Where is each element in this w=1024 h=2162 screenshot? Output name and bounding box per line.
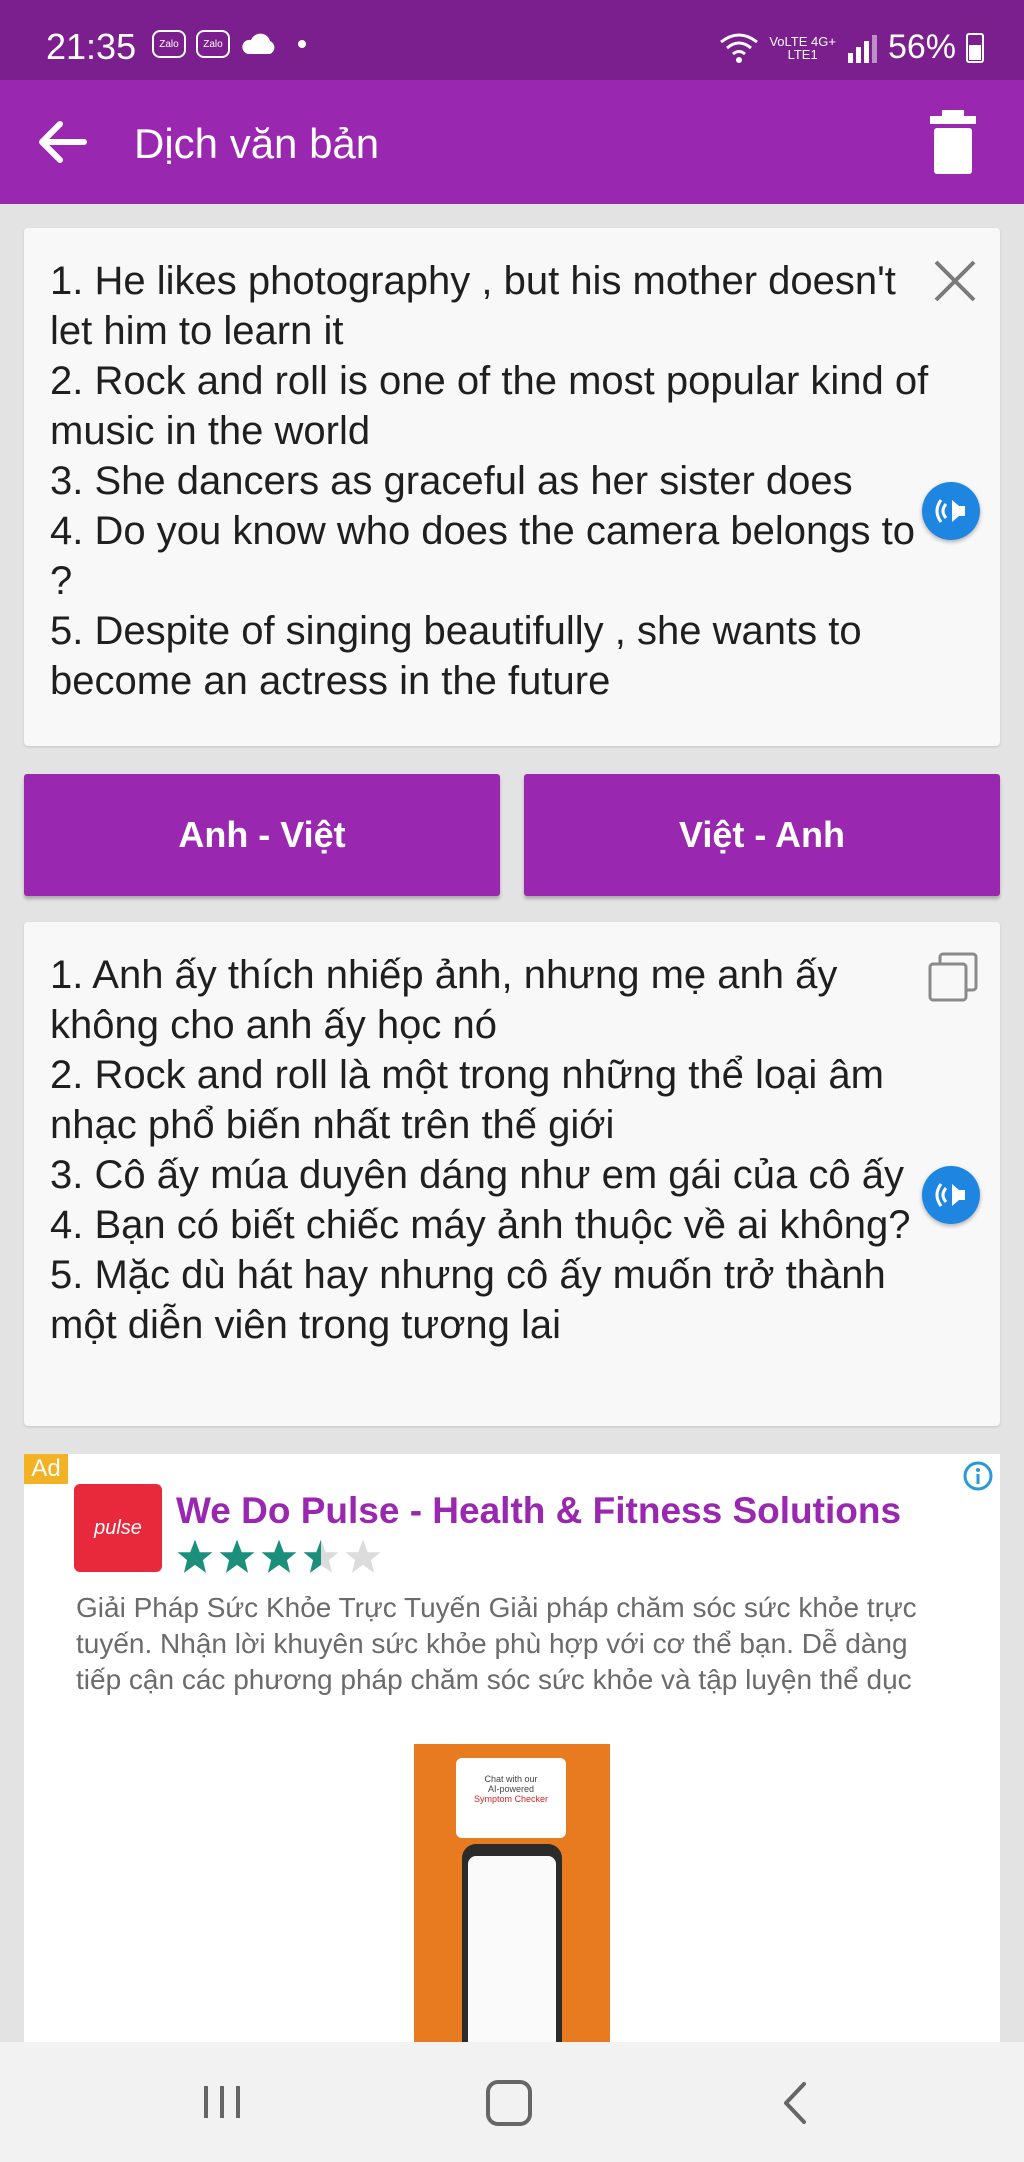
pulse-logo[interactable]: pulse xyxy=(74,1484,162,1572)
notification-icons: Zalo Zalo xyxy=(152,30,306,58)
phone-screen xyxy=(468,1856,556,2042)
source-text[interactable]: 1. He likes photography , but his mother… xyxy=(50,256,930,706)
more-notifications-dot xyxy=(298,40,306,48)
network-bottom: LTE1 xyxy=(787,46,818,62)
close-icon[interactable] xyxy=(930,256,980,306)
home-icon[interactable] xyxy=(486,2080,532,2126)
star-full-icon xyxy=(177,1539,213,1573)
ad-description[interactable]: Giải Pháp Sức Khỏe Trực Tuyến Giải pháp … xyxy=(76,1590,926,1698)
copy-icon[interactable] xyxy=(926,950,980,1004)
battery-percent: 56% xyxy=(887,28,956,66)
status-bar: 21:35 Zalo Zalo VoLTE 4G+ LTE1 56% xyxy=(0,0,1024,80)
app-bar: Dịch văn bản xyxy=(0,80,1024,204)
network-type: VoLTE 4G+ LTE1 xyxy=(769,35,836,61)
speaker-button[interactable] xyxy=(922,482,980,540)
battery-icon xyxy=(966,32,984,63)
recent-apps-icon[interactable] xyxy=(200,2082,244,2122)
speaker-icon xyxy=(935,499,965,523)
nav-back-icon[interactable] xyxy=(780,2080,808,2126)
speaker-button[interactable] xyxy=(922,1166,980,1224)
status-right: VoLTE 4G+ LTE1 56% xyxy=(719,28,984,67)
source-text-card[interactable]: 1. He likes photography , but his mother… xyxy=(24,228,1000,746)
star-empty-icon xyxy=(345,1539,381,1573)
trash-icon[interactable] xyxy=(928,110,978,174)
signal-icon xyxy=(847,34,877,63)
ad-title[interactable]: We Do Pulse - Health & Fitness Solutions xyxy=(176,1490,901,1532)
vietnamese-english-button[interactable]: Việt - Anh xyxy=(524,774,1000,896)
ad-image-bubble: Chat with our AI-powered Symptom Checker xyxy=(456,1758,566,1838)
phone-illustration xyxy=(462,1844,562,2042)
zalo-icon: Zalo xyxy=(152,30,186,58)
english-vietnamese-button[interactable]: Anh - Việt xyxy=(24,774,500,896)
translation-result-card: 1. Anh ấy thích nhiếp ảnh, nhưng mẹ anh … xyxy=(24,922,1000,1426)
speaker-icon xyxy=(935,1183,965,1207)
star-full-icon xyxy=(261,1539,297,1573)
ad-badge: Ad xyxy=(24,1454,68,1484)
bubble-line-3: Symptom Checker xyxy=(473,1794,549,1804)
network-top: VoLTE 4G+ xyxy=(769,33,836,49)
wifi-icon xyxy=(720,33,759,63)
rating-stars xyxy=(176,1538,382,1576)
star-half-icon xyxy=(303,1539,339,1573)
status-time: 21:35 xyxy=(46,26,137,67)
ad-banner[interactable]: Ad pulse We Do Pulse - Health & Fitness … xyxy=(24,1454,1000,2042)
ad-image[interactable]: Chat with our AI-powered Symptom Checker xyxy=(414,1744,610,2042)
page-title: Dịch văn bản xyxy=(134,120,380,167)
cloud-icon xyxy=(242,33,275,54)
zalo-icon: Zalo xyxy=(196,30,230,58)
bubble-line-1: Chat with our xyxy=(484,1774,538,1784)
system-nav-bar xyxy=(0,2042,1024,2162)
translation-text: 1. Anh ấy thích nhiếp ảnh, nhưng mẹ anh … xyxy=(50,953,911,1347)
back-arrow-icon[interactable] xyxy=(34,114,90,170)
info-icon[interactable] xyxy=(962,1460,994,1492)
star-full-icon xyxy=(219,1539,255,1573)
bubble-line-2: AI-powered xyxy=(487,1784,535,1794)
